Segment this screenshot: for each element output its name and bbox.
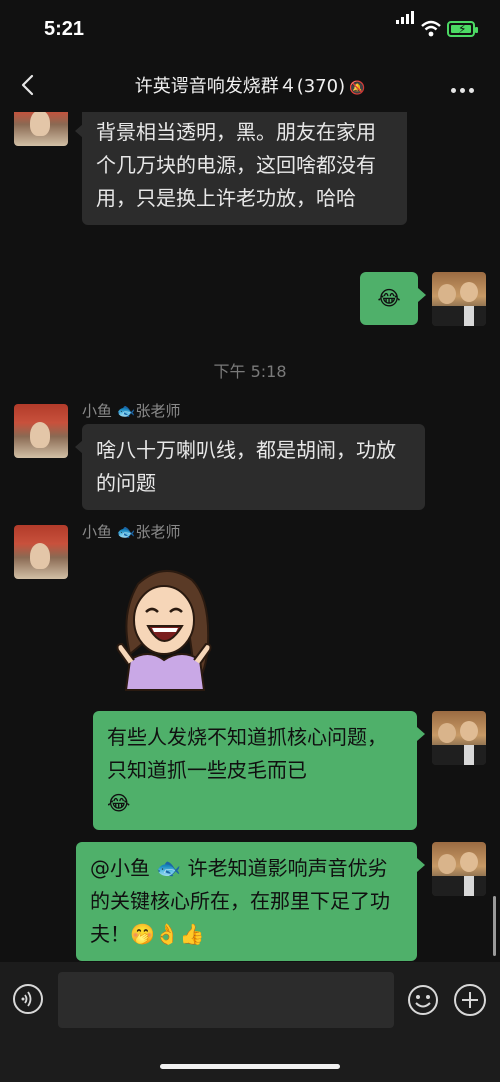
battery-icon: ⚡ xyxy=(447,21,478,37)
message-list[interactable]: 背景相当透明，黑。朋友在家用个几万块的电源，这回啥都没有用，只是换上许老功放，哈… xyxy=(0,112,500,962)
avatar[interactable] xyxy=(432,842,486,896)
wifi-icon xyxy=(420,20,442,42)
laughing-emoji: 😂 xyxy=(107,791,131,815)
chat-title: 许英谔音响发烧群４(370) 🔕 xyxy=(0,72,500,98)
avatar[interactable] xyxy=(14,525,68,579)
avatar[interactable] xyxy=(14,404,68,458)
ellipsis-icon[interactable] xyxy=(447,78,474,97)
message-bubble[interactable]: 😂 xyxy=(360,272,418,325)
message-bubble[interactable]: 有些人发烧不知道抓核心问题，只知道抓一些皮毛而已 😂 xyxy=(93,711,417,830)
sender-name: 小鱼 🐟张老师 xyxy=(82,402,181,420)
voice-icon[interactable] xyxy=(13,984,43,1014)
plus-icon[interactable] xyxy=(454,984,486,1016)
status-time: 5:21 xyxy=(44,18,85,40)
timestamp: 下午 5:18 xyxy=(213,362,287,381)
sender-name: 小鱼 🐟张老师 xyxy=(82,523,181,541)
chat-title-text: 许英谔音响发烧群４(370) xyxy=(134,76,346,97)
message-bubble[interactable]: @小鱼 🐟 许老知道影响声音优劣的关键核心所在，在那里下足了功夫！🤭👌👍 xyxy=(76,842,417,961)
scrollbar[interactable] xyxy=(493,896,496,956)
avatar[interactable] xyxy=(432,711,486,765)
message-input[interactable] xyxy=(58,972,394,1028)
avatar[interactable] xyxy=(14,112,68,146)
smiley-icon[interactable] xyxy=(407,984,439,1016)
status-bar: 5:21 ⚡ xyxy=(0,0,500,58)
laughing-girl-sticker[interactable] xyxy=(108,564,220,694)
avatar[interactable] xyxy=(432,272,486,326)
message-text: 有些人发烧不知道抓核心问题，只知道抓一些皮毛而已 xyxy=(107,725,387,782)
chat-header: 许英谔音响发烧群４(370) 🔕 xyxy=(0,58,500,112)
reaction-emojis: 🤭👌👍 xyxy=(130,922,205,946)
message-bubble[interactable]: 背景相当透明，黑。朋友在家用个几万块的电源，这回啥都没有用，只是换上许老功放，哈… xyxy=(82,112,407,225)
laughing-emoji: 😂 xyxy=(377,286,401,310)
bell-slash-icon: 🔕 xyxy=(349,81,366,96)
message-bubble[interactable]: 啥八十万喇叭线，都是胡闹，功放的问题 xyxy=(82,424,425,510)
home-indicator xyxy=(160,1064,340,1069)
